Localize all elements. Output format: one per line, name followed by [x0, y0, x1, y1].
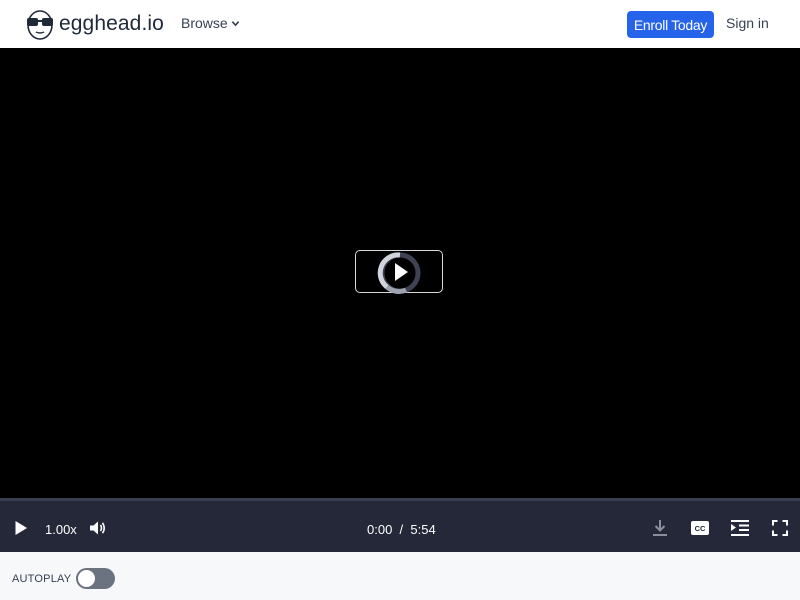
time-display: 0:00 / 5:54 — [367, 522, 436, 537]
svg-text:CC: CC — [695, 524, 706, 533]
browse-menu[interactable]: Browse — [181, 15, 240, 31]
site-header: egghead.io Browse Enroll Today Sign in — [0, 0, 800, 48]
time-separator: / — [399, 522, 404, 537]
browse-label: Browse — [181, 15, 228, 31]
playback-speed[interactable]: 1.00x — [45, 522, 77, 537]
playlist-icon[interactable] — [730, 519, 750, 537]
autoplay-toggle-knob — [78, 570, 95, 587]
autoplay-bar — [0, 552, 800, 600]
download-icon[interactable] — [652, 519, 668, 537]
egghead-glasses-icon — [25, 8, 55, 40]
chevron-down-icon — [228, 15, 240, 31]
autoplay-label: AUTOPLAY — [12, 573, 72, 585]
play-icon[interactable] — [14, 520, 28, 536]
progress-bar[interactable] — [0, 498, 800, 501]
play-icon — [395, 263, 408, 281]
fullscreen-icon[interactable] — [772, 520, 788, 536]
duration: 5:54 — [410, 522, 436, 537]
logo-link[interactable]: egghead.io — [25, 8, 164, 40]
enroll-today-button[interactable]: Enroll Today — [627, 11, 714, 38]
sign-in-link[interactable]: Sign in — [726, 15, 769, 31]
volume-icon[interactable] — [89, 520, 107, 536]
closed-captions-icon[interactable]: CC — [690, 520, 710, 536]
logo-text: egghead.io — [59, 12, 164, 35]
current-time: 0:00 — [367, 522, 393, 537]
